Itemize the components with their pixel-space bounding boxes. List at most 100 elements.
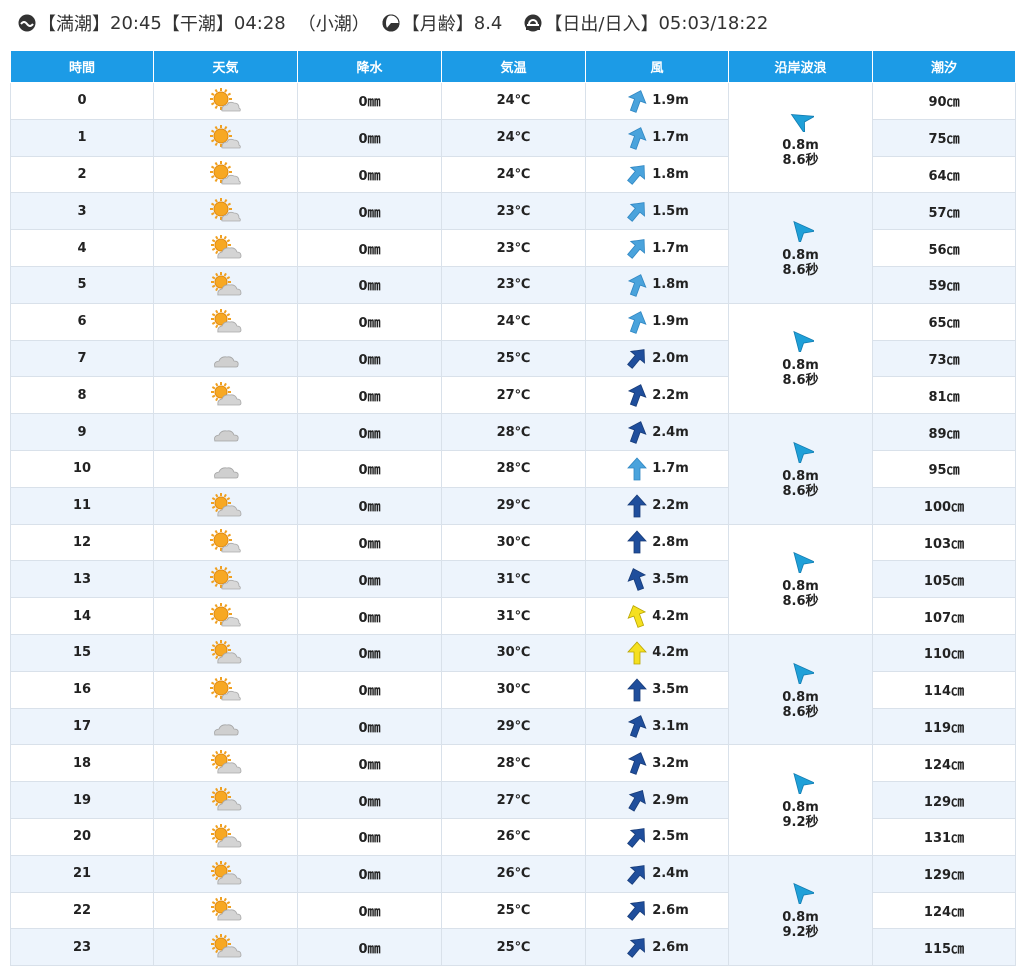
hour-cell: 14 xyxy=(10,597,154,635)
tide-cell: 95㎝ xyxy=(872,449,1016,488)
precip-cell: 0㎜ xyxy=(297,854,442,893)
sunrise-icon xyxy=(524,14,542,32)
wind-cell: 2.9m xyxy=(585,781,729,819)
temp-cell: 29℃ xyxy=(441,707,586,746)
temp-cell: 28℃ xyxy=(441,449,586,488)
table-row: 3 0㎜ 23℃ 1.5m 0.8m 8.6秒 57㎝ xyxy=(10,192,1016,304)
wind-arrow-icon xyxy=(628,421,647,444)
sunny-cloudy-icon xyxy=(209,529,241,553)
wind-cell: 1.8m xyxy=(585,265,729,304)
wind-cell: 2.0m xyxy=(585,339,729,378)
wind-speed: 1.5m xyxy=(652,203,689,219)
weather-cell xyxy=(153,118,298,157)
sunny-cloudy-icon xyxy=(209,676,241,701)
tide-cell: 103㎝ xyxy=(872,523,1016,562)
temp-cell: 23℃ xyxy=(441,192,586,231)
wave-direction-icon xyxy=(792,441,814,463)
col-header-time: 時間 xyxy=(10,51,154,83)
wind-cell: 4.2m xyxy=(585,633,729,672)
col-header-temp: 気温 xyxy=(441,51,586,83)
table-row: 15 0㎜ 30℃ 4.2m 0.8m 8.6秒 110㎝ xyxy=(10,633,1016,746)
tide-cell: 114㎝ xyxy=(872,670,1016,709)
tide-cell: 89㎝ xyxy=(872,413,1016,451)
wind-arrow-icon xyxy=(627,202,646,223)
forecast-table: 時間 天気 降水 気温 風 沿岸波浪 潮汐 0 0㎜ 24℃ 1.9m 0.8m 8.6秒… xyxy=(10,51,1016,967)
hour-cell: 12 xyxy=(10,523,154,562)
wave-height: 0.8m xyxy=(782,689,819,705)
weather-cell xyxy=(153,560,298,599)
wave-height: 0.8m xyxy=(782,468,819,484)
low-tide-time: 04:28 xyxy=(233,12,286,34)
tide-cell: 75㎝ xyxy=(872,118,1016,157)
col-header-weather: 天気 xyxy=(153,51,298,83)
wind-speed: 3.1m xyxy=(652,718,689,734)
cloudy-icon xyxy=(213,724,239,736)
wind-arrow-icon xyxy=(627,568,647,592)
wave-direction-icon xyxy=(792,552,814,574)
weather-cell xyxy=(153,449,298,488)
wind-cell: 2.5m xyxy=(585,817,729,856)
wind-cell: 2.4m xyxy=(585,413,729,451)
wind-cell: 1.7m xyxy=(585,229,729,267)
tide-cell: 129㎝ xyxy=(872,781,1016,819)
col-header-wind: 風 xyxy=(585,51,729,83)
wind-cell: 1.8m xyxy=(585,155,729,194)
wave-cell: 0.8m 9.2秒 xyxy=(728,854,873,967)
table-row: 9 0㎜ 28℃ 2.4m 0.8m 8.6秒 89㎝ xyxy=(10,413,1016,525)
precip-cell: 0㎜ xyxy=(297,339,442,378)
wind-speed: 2.2m xyxy=(652,387,689,403)
wind-speed: 2.6m xyxy=(652,939,689,955)
hour-cell: 20 xyxy=(10,817,154,856)
precip-cell: 0㎜ xyxy=(297,82,442,120)
hour-cell: 21 xyxy=(10,854,154,893)
tide-cell: 81㎝ xyxy=(872,376,1016,415)
hour-cell: 5 xyxy=(10,265,154,304)
hour-cell: 8 xyxy=(10,376,154,415)
col-header-tide: 潮汐 xyxy=(872,51,1016,83)
high-tide-label: 【満潮】 xyxy=(38,14,110,35)
wave-direction-icon xyxy=(790,113,814,132)
cloudy-sunny-icon xyxy=(210,897,241,921)
cloudy-sunny-icon xyxy=(210,860,241,885)
temp-cell: 27℃ xyxy=(441,376,586,415)
temp-cell: 30℃ xyxy=(441,523,586,562)
wind-cell: 2.8m xyxy=(585,523,729,562)
wave-direction-icon xyxy=(792,772,814,795)
temp-cell: 25℃ xyxy=(441,891,586,930)
tide-cell: 90㎝ xyxy=(872,82,1016,120)
temp-cell: 29℃ xyxy=(441,486,586,525)
sunny-cloudy-icon xyxy=(209,566,241,590)
tide-cell: 119㎝ xyxy=(872,707,1016,746)
hour-cell: 4 xyxy=(10,229,154,267)
wind-arrow-icon xyxy=(628,384,647,408)
hour-cell: 2 xyxy=(10,155,154,194)
temp-cell: 24℃ xyxy=(441,302,586,341)
tide-cell: 73㎝ xyxy=(872,339,1016,378)
sun-label: 【日出/日入】 xyxy=(544,14,659,35)
table-row: 12 0㎜ 30℃ 2.8m 0.8m 8.6秒 103㎝ xyxy=(10,523,1016,635)
weather-cell xyxy=(153,744,298,783)
weather-cell xyxy=(153,339,298,378)
col-header-precip: 降水 xyxy=(297,51,442,83)
temp-cell: 25℃ xyxy=(441,928,586,967)
wind-arrow-icon xyxy=(627,827,646,848)
tide-cell: 57㎝ xyxy=(872,192,1016,231)
col-header-wave: 沿岸波浪 xyxy=(728,51,873,83)
tide-summary-bar: 【満潮】 20:45 【干潮】 04:28 （小潮） 【月齢】 8.4 【日出/日入】 0… xyxy=(18,10,768,36)
weather-cell xyxy=(153,192,298,231)
wind-arrow-icon xyxy=(627,239,646,259)
wind-speed: 4.2m xyxy=(652,645,689,661)
wind-arrow-icon xyxy=(627,678,648,702)
hour-cell: 22 xyxy=(10,891,154,930)
wind-cell: 2.2m xyxy=(585,376,729,415)
tide-cell: 131㎝ xyxy=(872,817,1016,856)
hour-cell: 3 xyxy=(10,192,154,231)
wind-arrow-icon xyxy=(628,752,647,776)
moon-age-label: 【月齢】 xyxy=(401,14,474,35)
wind-cell: 2.2m xyxy=(585,486,729,525)
hour-cell: 15 xyxy=(10,633,154,672)
wind-arrow-icon xyxy=(628,715,647,739)
weather-cell xyxy=(153,302,298,341)
table-row: 6 0㎜ 24℃ 1.9m 0.8m 8.6秒 65㎝ xyxy=(10,302,1016,415)
weather-cell xyxy=(153,229,298,267)
